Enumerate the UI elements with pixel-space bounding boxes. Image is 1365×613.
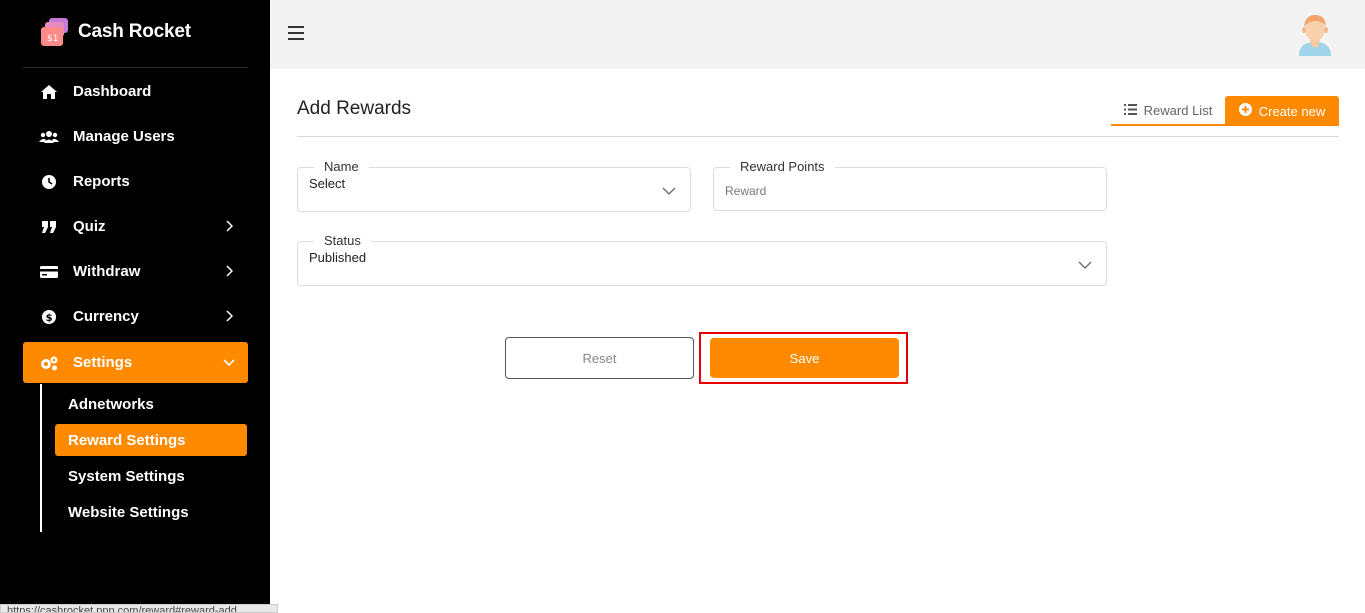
tab-reward-list[interactable]: Reward List	[1111, 97, 1225, 126]
sidebar-item-currency[interactable]: $ Currency	[23, 296, 248, 337]
gears-icon	[39, 353, 59, 373]
reward-points-placeholder: Reward	[725, 184, 767, 198]
hamburger-icon[interactable]	[288, 26, 304, 40]
save-button[interactable]: Save	[710, 338, 899, 378]
status-select-value: Published	[309, 250, 367, 265]
top-bar	[270, 0, 1365, 69]
svg-text:$1: $1	[47, 34, 58, 44]
submenu-line	[40, 384, 42, 532]
sidebar-item-label: Manage Users	[73, 128, 175, 145]
chevron-right-icon	[222, 219, 236, 233]
name-label: Name	[314, 159, 369, 174]
sidebar-item-dashboard[interactable]: Dashboard	[23, 71, 248, 112]
clock-icon	[39, 172, 59, 192]
sidebar-item-reports[interactable]: Reports	[23, 161, 248, 202]
cash-rocket-logo-icon: $1	[40, 16, 70, 48]
status-label: Status	[314, 233, 371, 248]
list-icon	[1123, 103, 1137, 118]
brand-name: Cash Rocket	[78, 21, 191, 42]
dollar-circle-icon: $	[39, 307, 59, 327]
sidebar-item-label: Quiz	[73, 218, 106, 235]
chevron-right-icon	[222, 309, 236, 323]
sidebar-item-label: Dashboard	[73, 83, 152, 100]
sidebar-item-quiz[interactable]: Quiz	[23, 206, 248, 247]
reward-points-field[interactable]: Reward Points Reward	[713, 159, 1107, 211]
reward-points-label: Reward Points	[730, 159, 835, 174]
users-icon	[39, 127, 59, 147]
svg-text:$: $	[46, 313, 53, 324]
user-avatar-icon[interactable]	[1295, 12, 1335, 56]
sidebar-item-label: Currency	[73, 308, 139, 325]
tab-label: Reward List	[1143, 103, 1213, 118]
page-title: Add Rewards	[297, 98, 412, 119]
chevron-right-icon	[222, 264, 236, 278]
sidebar-subitem-adnetworks[interactable]: Adnetworks	[55, 388, 247, 420]
home-icon	[39, 82, 59, 102]
chevron-down-icon	[222, 355, 236, 369]
sidebar-item-label: Withdraw	[73, 263, 141, 280]
brand-divider	[23, 67, 248, 68]
sidebar-subitem-system-settings[interactable]: System Settings	[55, 460, 247, 492]
status-select[interactable]: Status Published	[297, 233, 1107, 286]
brand[interactable]: $1 Cash Rocket	[40, 16, 191, 48]
chevron-down-icon	[662, 183, 676, 195]
sidebar-item-withdraw[interactable]: Withdraw	[23, 251, 248, 292]
sidebar-item-settings[interactable]: Settings	[23, 342, 248, 383]
name-select[interactable]: Name Select	[297, 159, 691, 212]
status-bar-url: https://cashrocket.ppp.com/reward#reward…	[0, 604, 278, 613]
sidebar-item-manage-users[interactable]: Manage Users	[23, 116, 248, 157]
title-divider	[297, 136, 1339, 137]
sidebar-subitem-reward-settings[interactable]: Reward Settings	[55, 424, 247, 456]
sidebar-subitem-website-settings[interactable]: Website Settings	[55, 496, 247, 528]
sidebar-item-label: Reports	[73, 173, 130, 190]
tab-create-new[interactable]: Create new	[1225, 96, 1339, 126]
reset-button[interactable]: Reset	[505, 337, 694, 379]
sidebar: $1 Cash Rocket Dashboard Manage Users Re…	[0, 0, 270, 613]
credit-card-icon	[39, 262, 59, 282]
quote-icon	[39, 217, 59, 237]
chevron-down-icon	[1078, 257, 1092, 269]
sidebar-item-label: Settings	[73, 354, 133, 371]
tab-label: Create new	[1258, 103, 1326, 119]
plus-circle-icon	[1238, 103, 1252, 119]
name-select-value: Select	[309, 176, 346, 191]
